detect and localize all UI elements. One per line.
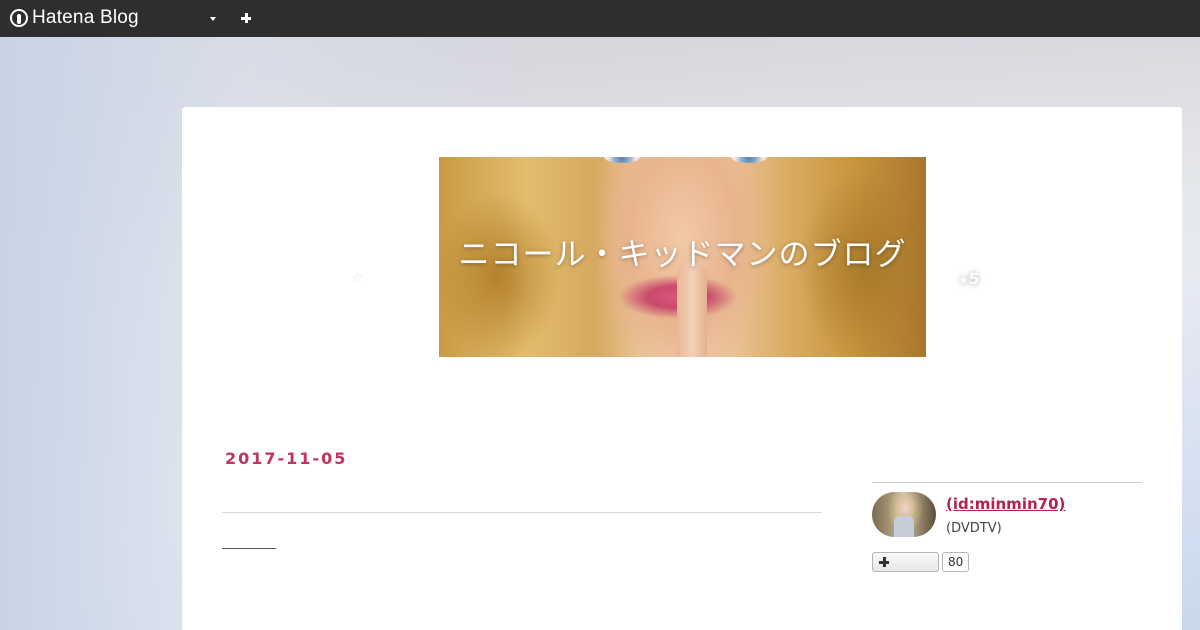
follow-button[interactable] bbox=[872, 552, 939, 572]
header-image-eye-right bbox=[731, 157, 767, 163]
star-count-badge[interactable]: ★5 bbox=[958, 270, 979, 288]
new-post-plus-icon[interactable] bbox=[238, 10, 254, 26]
star-icon-left[interactable]: ☆ bbox=[352, 271, 364, 286]
global-header: Hatena Blog bbox=[0, 0, 1200, 37]
blog-header-image[interactable]: ニコール・キッドマンのブログ bbox=[439, 157, 926, 357]
header-image-eye-left bbox=[604, 157, 640, 163]
entry-date[interactable]: 2017-11-05 bbox=[225, 449, 347, 468]
blog-title[interactable]: ニコール・キッドマンのブログ bbox=[439, 229, 926, 274]
hatena-blog-logo[interactable]: Hatena Blog bbox=[10, 7, 139, 29]
star-icon: ★ bbox=[958, 273, 969, 287]
entry-divider bbox=[222, 512, 822, 513]
follower-count: 80 bbox=[942, 552, 970, 572]
header-image-finger bbox=[677, 262, 707, 357]
plus-icon bbox=[878, 556, 890, 568]
sidebar-divider bbox=[872, 482, 1142, 483]
entry-link-underline[interactable] bbox=[222, 548, 276, 549]
chevron-down-icon[interactable] bbox=[206, 13, 220, 25]
avatar[interactable] bbox=[872, 492, 936, 537]
logo-text: Hatena Blog bbox=[32, 7, 139, 28]
user-description: (DVDTV) bbox=[946, 521, 1002, 536]
star-count: 5 bbox=[968, 270, 980, 288]
user-id-link[interactable]: (id:minmin70) bbox=[946, 495, 1065, 513]
hatena-logo-icon bbox=[10, 9, 28, 27]
blog-container: ☆ ニコール・キッドマンのブログ ★5 2017-11-05 (id:minmi… bbox=[182, 107, 1182, 630]
